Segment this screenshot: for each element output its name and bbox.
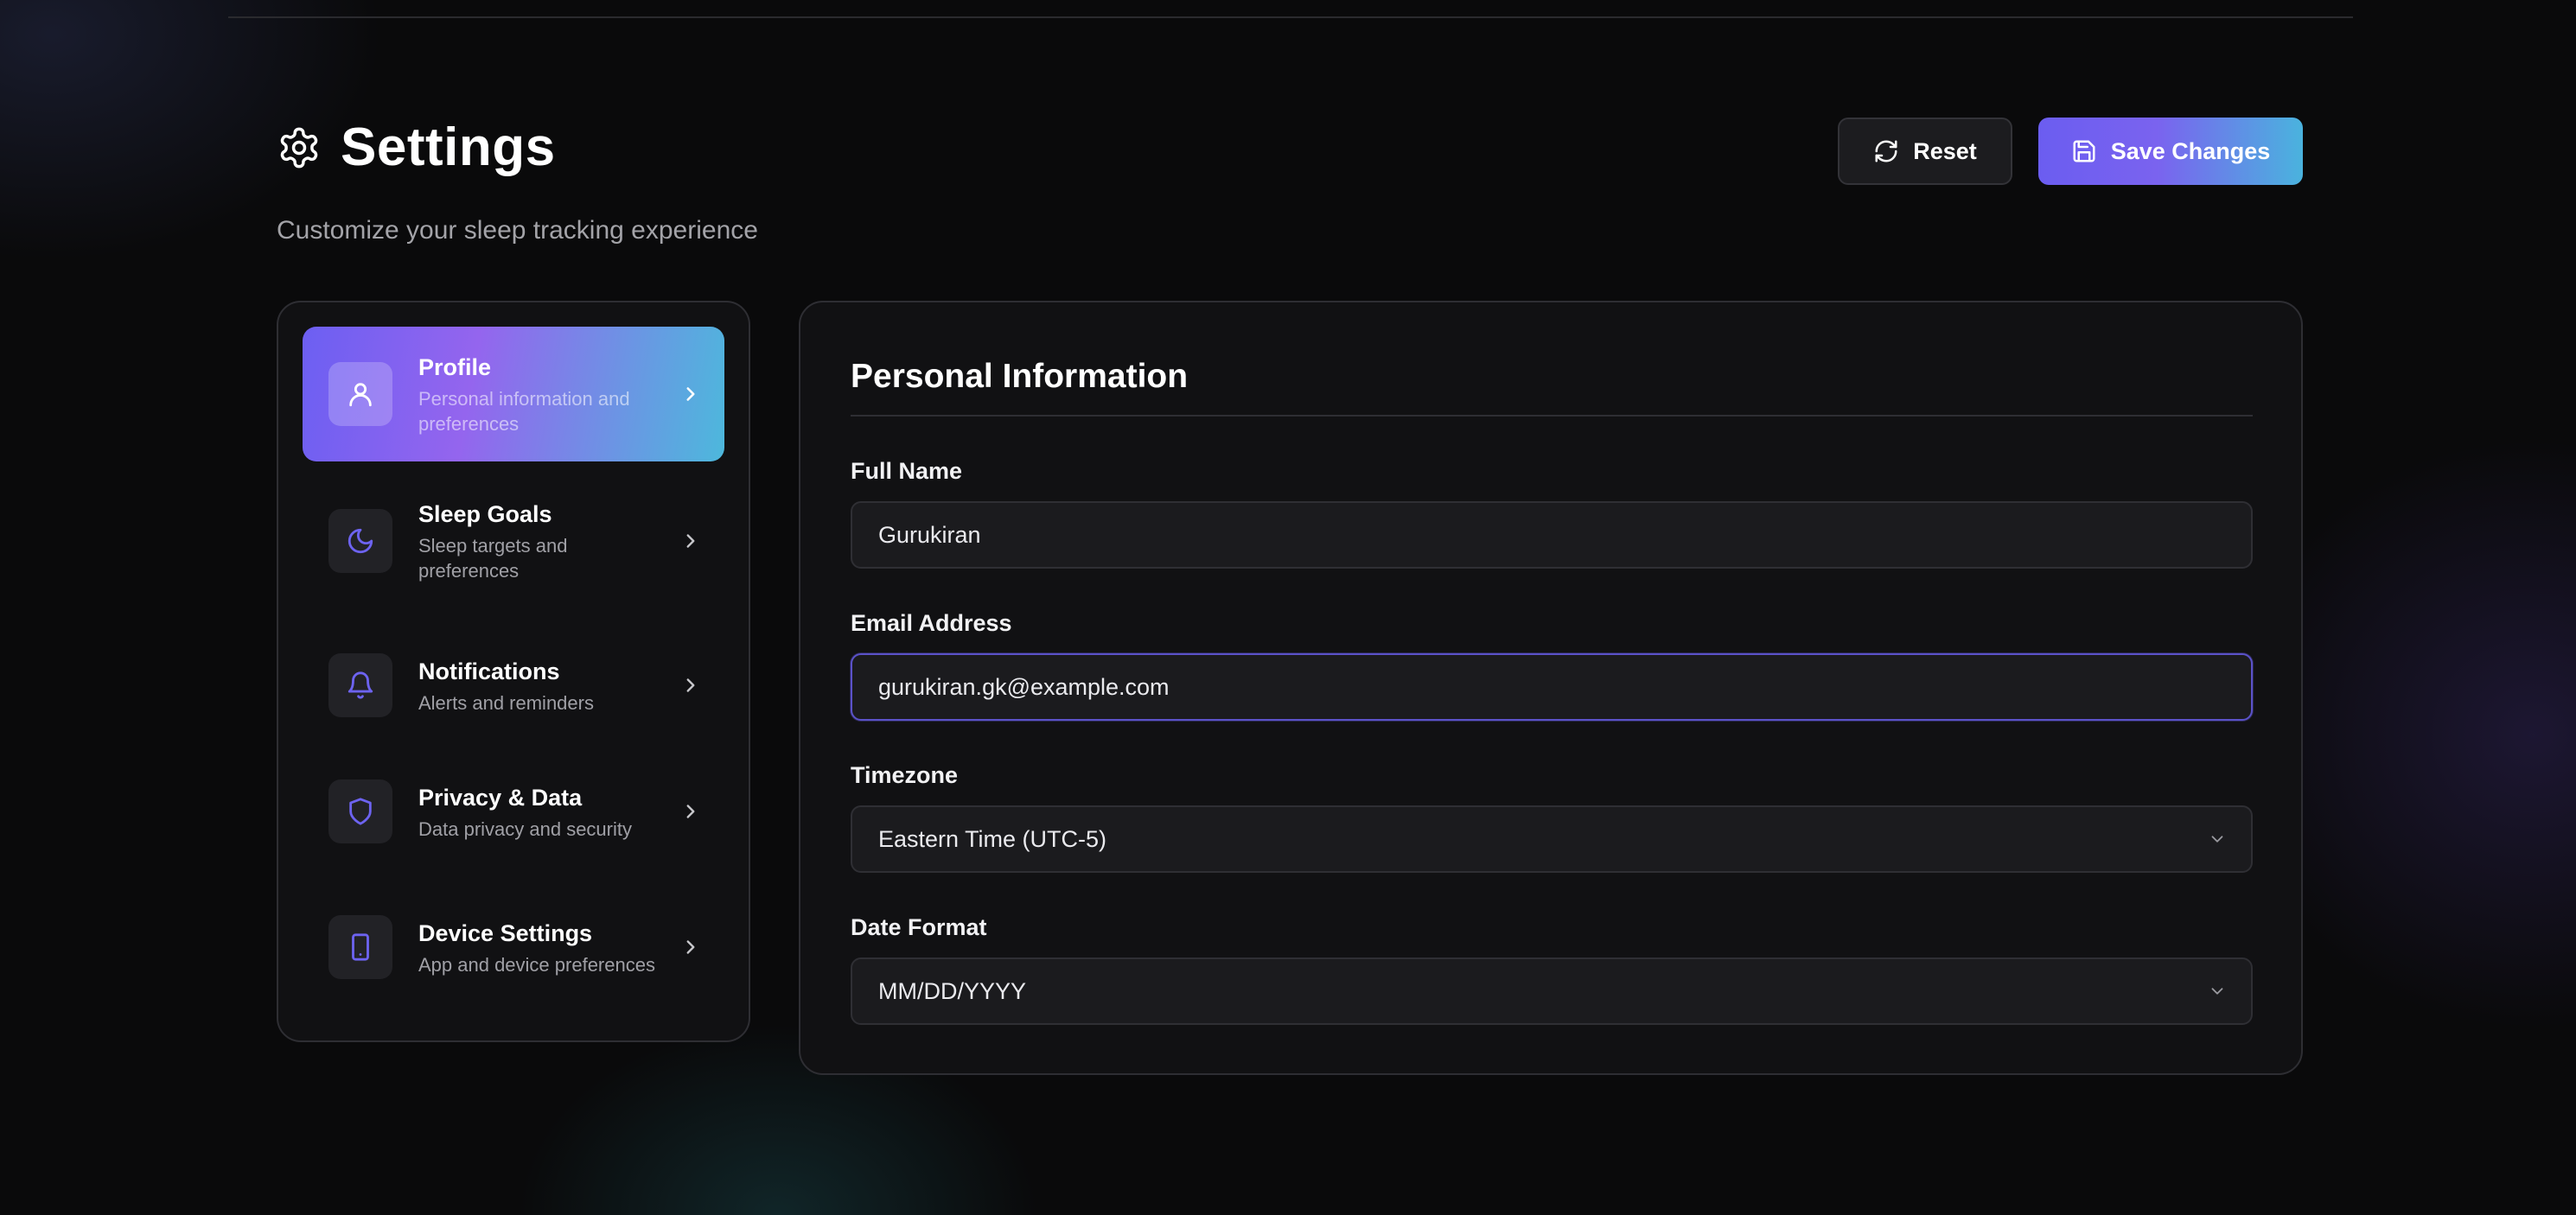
sidebar-item-label: Profile <box>418 354 492 380</box>
sidebar-item-notifications[interactable]: Notifications Alerts and reminders <box>303 629 724 741</box>
shield-icon <box>349 798 372 825</box>
email-input[interactable] <box>878 673 2251 701</box>
sidebar-item-label: Device Settings <box>418 919 593 946</box>
sidebar-item-label: Privacy & Data <box>418 784 583 811</box>
page-title: Settings <box>341 118 556 177</box>
smartphone-icon <box>352 933 369 961</box>
date-format-label: Date Format <box>851 914 987 940</box>
chevron-right-icon <box>686 678 695 692</box>
sidebar-item-privacy[interactable]: Privacy & Data Data privacy and security <box>303 755 724 868</box>
sidebar-item-label: Notifications <box>418 658 560 684</box>
sidebar-icon-box <box>328 509 392 573</box>
save-icon <box>2073 140 2095 162</box>
page-header: Settings <box>277 121 556 175</box>
moon-icon <box>348 528 373 554</box>
sidebar-item-device-settings[interactable]: Device Settings App and device preferenc… <box>303 880 724 1015</box>
page-subtitle: Customize your sleep tracking experience <box>277 216 758 245</box>
settings-sidebar: Profile Personal information and prefere… <box>277 301 750 1042</box>
email-field[interactable] <box>851 653 2253 721</box>
timezone-label: Timezone <box>851 762 959 788</box>
chevron-down-icon <box>2211 836 2223 843</box>
sidebar-item-description: Sleep targets and preferences <box>418 535 568 582</box>
gear-icon <box>280 127 318 169</box>
bell-icon <box>348 671 373 699</box>
full-name-input[interactable] <box>878 521 2251 549</box>
full-name-label: Full Name <box>851 458 963 484</box>
chevron-right-icon <box>686 534 695 548</box>
personal-information-panel: Personal Information Full Name Email Add… <box>799 301 2303 1075</box>
user-icon <box>349 383 372 407</box>
timezone-select[interactable]: Eastern Time (UTC-5) <box>851 805 2253 873</box>
email-label: Email Address <box>851 610 1012 636</box>
section-title: Personal Information <box>851 358 1189 395</box>
save-button-label: Save Changes <box>2110 137 2271 164</box>
sidebar-icon-box <box>328 915 392 979</box>
sidebar-item-description: Alerts and reminders <box>418 691 594 714</box>
save-changes-button[interactable]: Save Changes <box>2038 118 2303 185</box>
sidebar-item-sleep-goals[interactable]: Sleep Goals Sleep targets and preference… <box>303 474 724 608</box>
chevron-right-icon <box>686 387 695 401</box>
full-name-field[interactable] <box>851 501 2253 569</box>
sidebar-item-description: Personal information and preferences <box>418 388 630 435</box>
sidebar-icon-box <box>328 362 392 426</box>
sidebar-item-profile[interactable]: Profile Personal information and prefere… <box>303 327 724 461</box>
chevron-right-icon <box>686 805 695 818</box>
sidebar-icon-box <box>328 779 392 843</box>
reset-button[interactable]: Reset <box>1838 118 2012 185</box>
reset-button-label: Reset <box>1913 137 1977 164</box>
top-divider <box>228 16 2353 18</box>
chevron-right-icon <box>686 940 695 954</box>
section-divider <box>851 415 2253 417</box>
sidebar-item-description: App and device preferences <box>418 953 655 976</box>
date-format-selected-value: MM/DD/YYYY <box>878 977 1027 1004</box>
timezone-selected-value: Eastern Time (UTC-5) <box>878 825 1107 852</box>
date-format-select[interactable]: MM/DD/YYYY <box>851 957 2253 1025</box>
chevron-down-icon <box>2211 988 2223 995</box>
sidebar-item-description: Data privacy and security <box>418 817 632 840</box>
sidebar-icon-box <box>328 653 392 717</box>
sidebar-item-label: Sleep Goals <box>418 501 552 527</box>
refresh-icon <box>1875 140 1897 162</box>
